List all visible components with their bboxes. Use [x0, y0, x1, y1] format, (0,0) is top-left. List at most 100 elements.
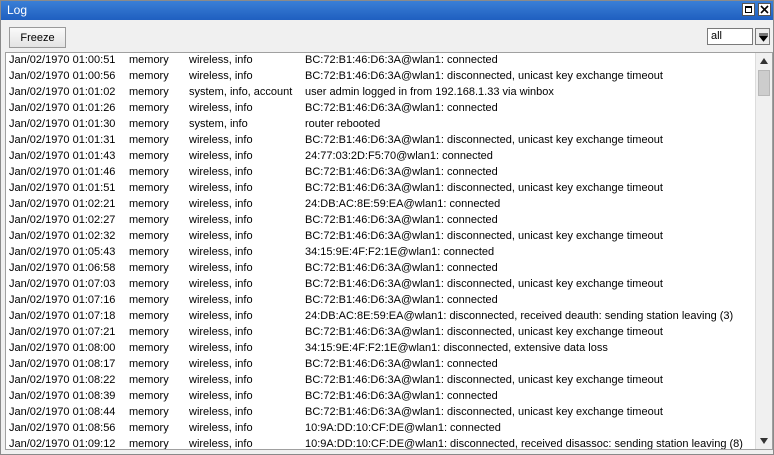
- log-time-cell: Jan/02/1970 01:08:39: [9, 390, 116, 402]
- log-time-cell: Jan/02/1970 01:07:16: [9, 294, 116, 306]
- log-time-cell: Jan/02/1970 01:02:32: [9, 230, 116, 242]
- log-buffer-cell: memory: [129, 326, 169, 338]
- log-time-cell: Jan/02/1970 01:09:12: [9, 438, 116, 450]
- log-buffer-cell: memory: [129, 198, 169, 210]
- log-message-cell: user admin logged in from 192.168.1.33 v…: [305, 86, 554, 98]
- log-topics-cell: wireless, info: [189, 214, 253, 226]
- log-topics-cell: wireless, info: [189, 406, 253, 418]
- log-filter-select[interactable]: all: [707, 28, 753, 45]
- log-message-cell: BC:72:B1:46:D6:3A@wlan1: connected: [305, 214, 498, 226]
- log-time-cell: Jan/02/1970 01:07:21: [9, 326, 116, 338]
- log-row[interactable]: Jan/02/1970 01:07:03 memory wireless, info…: [6, 277, 755, 293]
- log-topics-cell: wireless, info: [189, 438, 253, 450]
- log-message-cell: BC:72:B1:46:D6:3A@wlan1: connected: [305, 358, 498, 370]
- log-message-cell: 24:77:03:2D:F5:70@wlan1: connected: [305, 150, 493, 162]
- log-message-cell: BC:72:B1:46:D6:3A@wlan1: disconnected, u…: [305, 230, 663, 242]
- log-message-cell: router rebooted: [305, 118, 381, 130]
- log-row[interactable]: Jan/02/1970 01:07:16 memory wireless, info…: [6, 293, 755, 309]
- log-row[interactable]: Jan/02/1970 01:01:51 memory wireless, info…: [6, 181, 755, 197]
- log-buffer-cell: memory: [129, 406, 169, 418]
- log-topics-cell: wireless, info: [189, 358, 253, 370]
- log-buffer-cell: memory: [129, 102, 169, 114]
- log-topics-cell: wireless, info: [189, 262, 253, 274]
- log-message-cell: BC:72:B1:46:D6:3A@wlan1: disconnected, u…: [305, 278, 663, 290]
- log-row[interactable]: Jan/02/1970 01:00:56 memory wireless, info…: [6, 69, 755, 85]
- log-buffer-cell: memory: [129, 262, 169, 274]
- log-topics-cell: wireless, info: [189, 246, 253, 258]
- log-table[interactable]: Jan/02/1970 01:00:51 memory wireless, info…: [5, 52, 773, 450]
- log-time-cell: Jan/02/1970 01:01:51: [9, 182, 116, 194]
- log-buffer-cell: memory: [129, 246, 169, 258]
- scroll-up-button[interactable]: [756, 53, 772, 69]
- log-message-cell: BC:72:B1:46:D6:3A@wlan1: disconnected, u…: [305, 326, 663, 338]
- log-row[interactable]: Jan/02/1970 01:09:12 memory wireless, info…: [6, 437, 755, 450]
- freeze-button[interactable]: Freeze: [9, 27, 66, 48]
- log-row[interactable]: Jan/02/1970 01:08:44 memory wireless, info…: [6, 405, 755, 421]
- log-buffer-cell: memory: [129, 54, 169, 66]
- log-row[interactable]: Jan/02/1970 01:02:32 memory wireless, info…: [6, 229, 755, 245]
- arrow-up-icon: [760, 58, 768, 64]
- log-row[interactable]: Jan/02/1970 01:02:21 memory wireless, info…: [6, 197, 755, 213]
- log-row[interactable]: Jan/02/1970 01:01:43 memory wireless, info…: [6, 149, 755, 165]
- log-row[interactable]: Jan/02/1970 01:08:39 memory wireless, info…: [6, 389, 755, 405]
- log-time-cell: Jan/02/1970 01:01:31: [9, 134, 116, 146]
- log-message-cell: 34:15:9E:4F:F2:1E@wlan1: disconnected, e…: [305, 342, 608, 354]
- scroll-down-button[interactable]: [756, 433, 772, 449]
- log-message-cell: 10:9A:DD:10:CF:DE@wlan1: connected: [305, 422, 501, 434]
- log-time-cell: Jan/02/1970 01:01:30: [9, 118, 116, 130]
- log-topics-cell: wireless, info: [189, 374, 253, 386]
- log-time-cell: Jan/02/1970 01:08:00: [9, 342, 116, 354]
- log-row[interactable]: Jan/02/1970 01:01:46 memory wireless, info…: [6, 165, 755, 181]
- log-row[interactable]: Jan/02/1970 01:02:27 memory wireless, info…: [6, 213, 755, 229]
- log-message-cell: BC:72:B1:46:D6:3A@wlan1: connected: [305, 294, 498, 306]
- log-message-cell: BC:72:B1:46:D6:3A@wlan1: connected: [305, 54, 498, 66]
- log-buffer-cell: memory: [129, 166, 169, 178]
- log-message-cell: BC:72:B1:46:D6:3A@wlan1: disconnected, u…: [305, 406, 663, 418]
- log-time-cell: Jan/02/1970 01:07:18: [9, 310, 116, 322]
- log-topics-cell: wireless, info: [189, 182, 253, 194]
- log-message-cell: 24:DB:AC:8E:59:EA@wlan1: connected: [305, 198, 501, 210]
- title-bar[interactable]: Log: [1, 1, 773, 20]
- log-row[interactable]: Jan/02/1970 01:08:22 memory wireless, info…: [6, 373, 755, 389]
- log-time-cell: Jan/02/1970 01:00:51: [9, 54, 116, 66]
- log-time-cell: Jan/02/1970 01:01:46: [9, 166, 116, 178]
- log-buffer-cell: memory: [129, 86, 169, 98]
- log-row[interactable]: Jan/02/1970 01:07:18 memory wireless, info…: [6, 309, 755, 325]
- log-filter-dropdown-button[interactable]: [755, 28, 770, 45]
- log-row[interactable]: Jan/02/1970 01:08:17 memory wireless, info…: [6, 357, 755, 373]
- log-topics-cell: wireless, info: [189, 54, 253, 66]
- restore-icon[interactable]: [742, 3, 755, 16]
- log-topics-cell: wireless, info: [189, 102, 253, 114]
- log-topics-cell: wireless, info: [189, 70, 253, 82]
- log-row[interactable]: Jan/02/1970 01:01:31 memory wireless, info…: [6, 133, 755, 149]
- log-row[interactable]: Jan/02/1970 01:01:02 memory system, info, …: [6, 85, 755, 101]
- log-time-cell: Jan/02/1970 01:02:27: [9, 214, 116, 226]
- vertical-scrollbar[interactable]: [755, 53, 772, 449]
- scrollbar-thumb[interactable]: [758, 70, 770, 96]
- log-toolbar: Freeze all: [1, 20, 773, 52]
- close-icon[interactable]: [758, 3, 771, 16]
- log-buffer-cell: memory: [129, 70, 169, 82]
- log-topics-cell: system, info: [189, 118, 248, 130]
- log-row[interactable]: Jan/02/1970 01:00:51 memory wireless, info…: [6, 53, 755, 69]
- log-message-cell: BC:72:B1:46:D6:3A@wlan1: disconnected, u…: [305, 182, 663, 194]
- log-row[interactable]: Jan/02/1970 01:08:00 memory wireless, info…: [6, 341, 755, 357]
- log-time-cell: Jan/02/1970 01:01:26: [9, 102, 116, 114]
- log-time-cell: Jan/02/1970 01:08:44: [9, 406, 116, 418]
- log-time-cell: Jan/02/1970 01:06:58: [9, 262, 116, 274]
- log-row[interactable]: Jan/02/1970 01:01:26 memory wireless, info…: [6, 101, 755, 117]
- log-window: Log Freeze all Jan/02/1970 01:00:51 memor…: [0, 0, 774, 455]
- log-time-cell: Jan/02/1970 01:05:43: [9, 246, 116, 258]
- log-time-cell: Jan/02/1970 01:08:56: [9, 422, 116, 434]
- log-topics-cell: wireless, info: [189, 342, 253, 354]
- log-row[interactable]: Jan/02/1970 01:06:58 memory wireless, info…: [6, 261, 755, 277]
- log-time-cell: Jan/02/1970 01:01:43: [9, 150, 116, 162]
- log-row[interactable]: Jan/02/1970 01:08:56 memory wireless, info…: [6, 421, 755, 437]
- log-time-cell: Jan/02/1970 01:01:02: [9, 86, 116, 98]
- log-row[interactable]: Jan/02/1970 01:07:21 memory wireless, info…: [6, 325, 755, 341]
- log-buffer-cell: memory: [129, 310, 169, 322]
- chevron-down-icon: [759, 33, 768, 42]
- log-row[interactable]: Jan/02/1970 01:01:30 memory system, info ro…: [6, 117, 755, 133]
- log-topics-cell: wireless, info: [189, 150, 253, 162]
- log-row[interactable]: Jan/02/1970 01:05:43 memory wireless, info…: [6, 245, 755, 261]
